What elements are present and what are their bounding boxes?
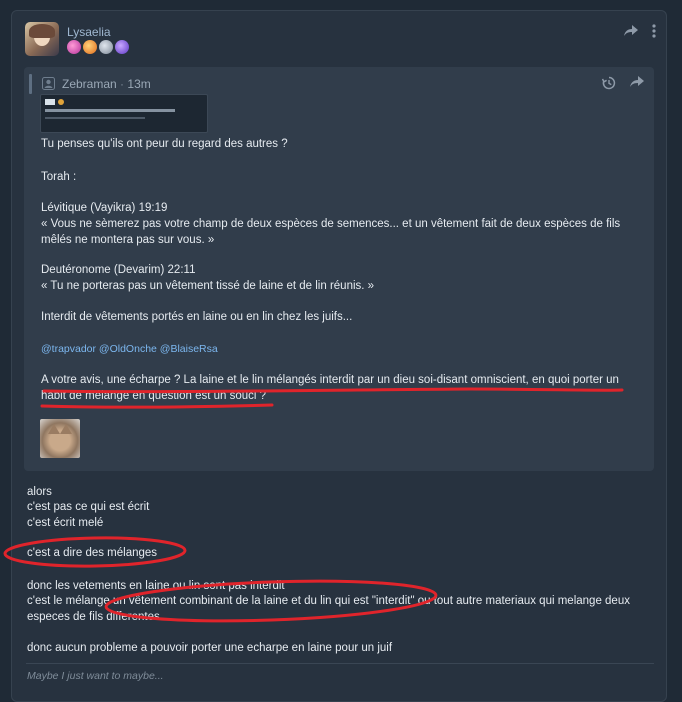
quote-line: Torah : (41, 171, 77, 183)
history-icon[interactable] (601, 76, 616, 92)
quote-line: « Vous ne sèmerez pas votre champ de deu… (41, 218, 621, 230)
quote-line: Tu penses qu'ils ont peur du regard des … (41, 138, 288, 150)
forum-post: Lysaelia Zebraman · 13m Tu penses qu'ils… (11, 10, 667, 702)
quote-time: 13m (127, 77, 151, 91)
post-line: donc aucun probleme a pouvoir porter une… (27, 642, 393, 654)
quote-actions (601, 76, 644, 92)
quote-line: habit de mélange en question est un souc… (41, 390, 267, 402)
quote-line: A votre avis, une écharpe ? La laine et … (41, 374, 619, 386)
purple-badge-icon (115, 40, 129, 54)
quote-author-line: Zebraman · 13m (62, 77, 151, 91)
quoted-post: Zebraman · 13m Tu penses qu'ils ont peur… (24, 67, 654, 471)
signature: Maybe I just want to maybe... (27, 670, 164, 682)
mentions[interactable]: @trapvador @OldOnche @BlaiseRsa (41, 343, 218, 355)
embedded-screenshot-thumbnail[interactable] (40, 94, 208, 133)
share-icon[interactable] (624, 25, 638, 39)
user-icon (42, 77, 55, 90)
post-actions (624, 24, 656, 40)
quote-line: Deutéronome (Devarim) 22:11 (41, 264, 196, 276)
post-line: donc les vetements en laine ou lin sont … (27, 580, 285, 592)
username[interactable]: Lysaelia (67, 25, 111, 39)
signature-divider (26, 663, 654, 664)
avatar[interactable] (25, 22, 59, 56)
post-line: especes de fils differentes (27, 611, 160, 623)
quote-line: Interdit de vêtements portés en laine ou… (41, 311, 353, 323)
post-line: c'est pas ce qui est écrit (27, 501, 150, 513)
quote-line: Lévitique (Vayikra) 19:19 (41, 202, 168, 214)
pink-badge-icon (67, 40, 81, 54)
post-line: c'est le mélange un vêtement combinant d… (27, 595, 630, 607)
quote-bar (29, 74, 32, 94)
quote-author[interactable]: Zebraman (62, 77, 117, 91)
post-line: c'est écrit melé (27, 517, 104, 529)
post-line: c'est a dire des mélanges (27, 547, 158, 559)
more-options-icon[interactable] (652, 24, 656, 40)
grey-badge-icon (99, 40, 113, 54)
badges (67, 40, 129, 54)
cat-image[interactable] (40, 419, 80, 458)
quote-line: mêlés ne montera pas sur vous. » (41, 234, 215, 246)
quote-line: « Tu ne porteras pas un vêtement tissé d… (41, 280, 375, 292)
share-icon[interactable] (630, 76, 644, 92)
orange-badge-icon (83, 40, 97, 54)
post-line: alors (27, 486, 52, 498)
